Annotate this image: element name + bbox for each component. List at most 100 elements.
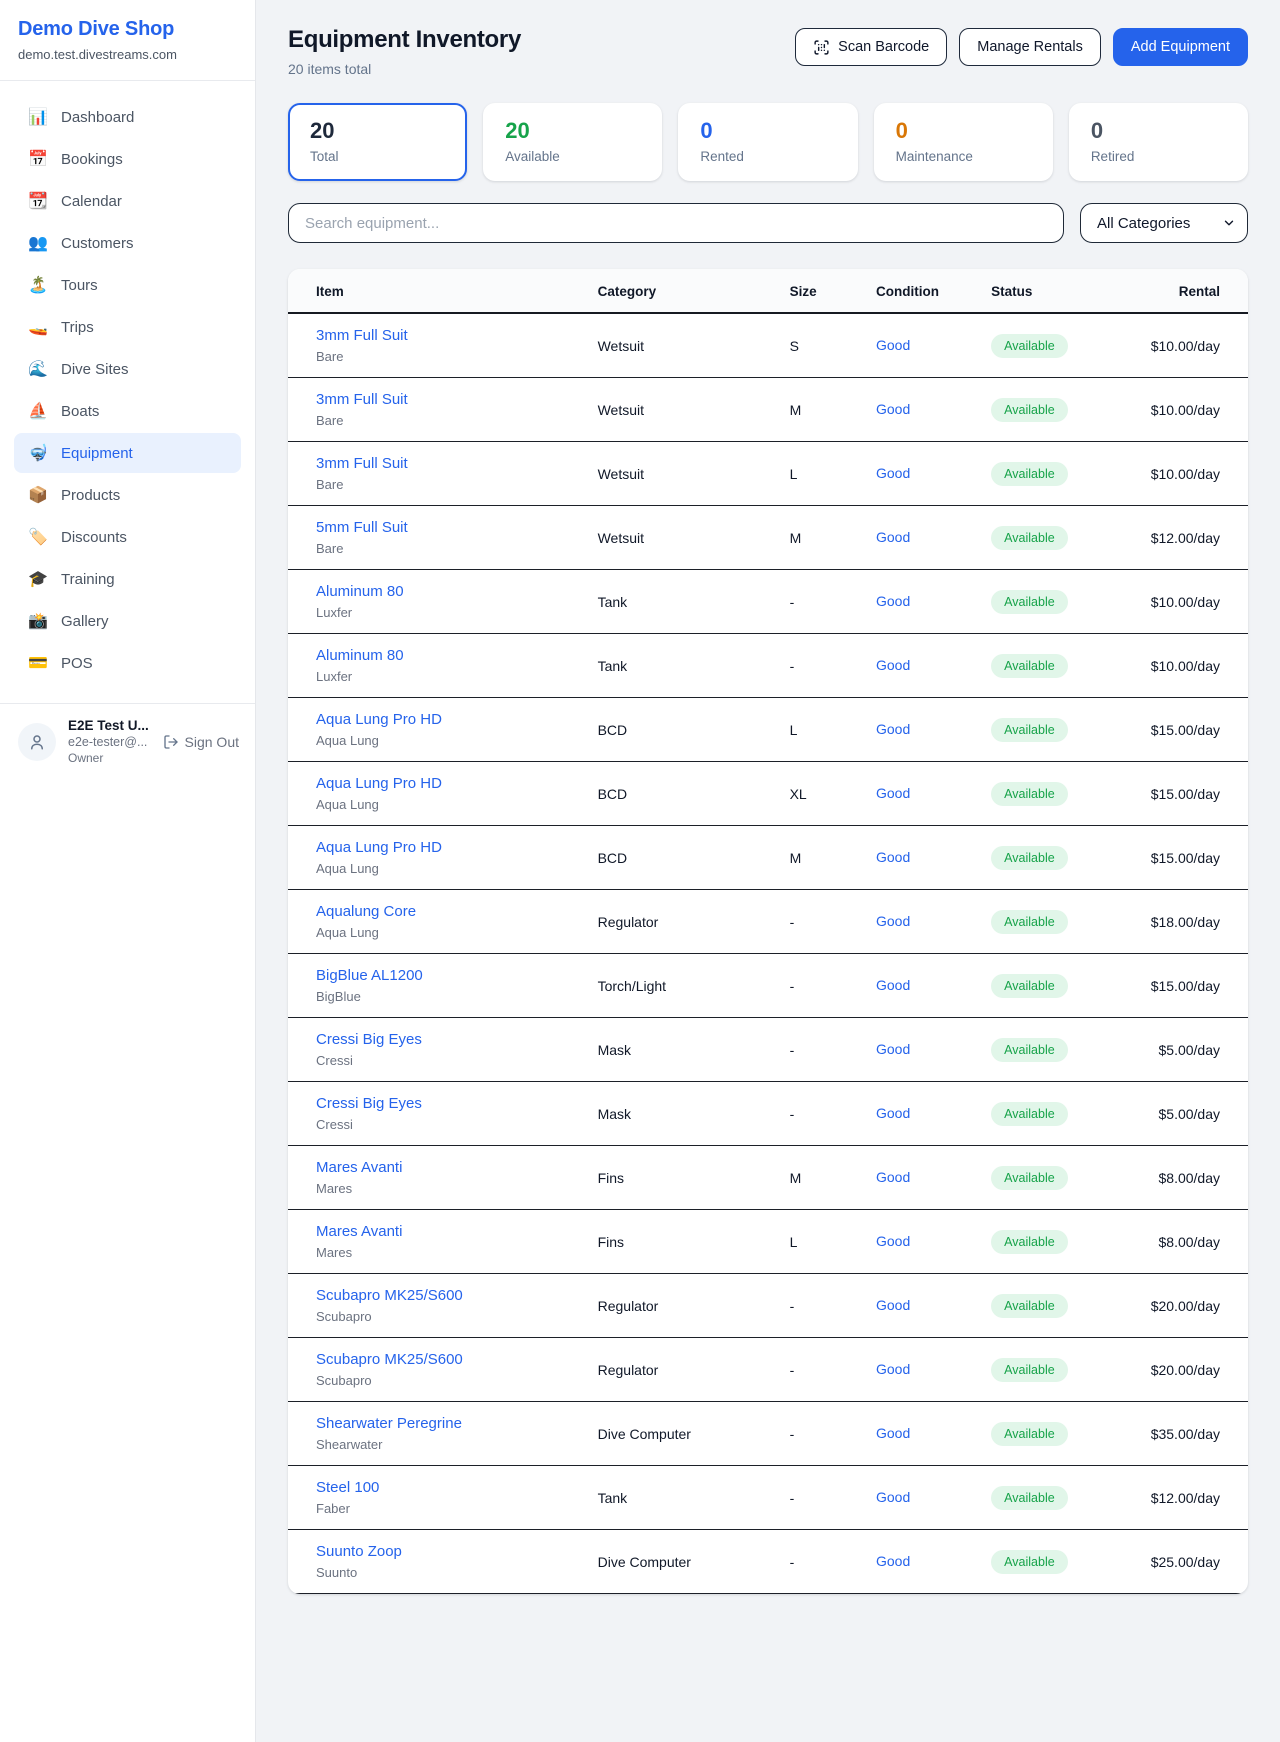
item-name-link[interactable]: Aqua Lung Pro HD <box>316 711 574 728</box>
condition-link[interactable]: Good <box>876 1041 910 1057</box>
condition-link[interactable]: Good <box>876 1169 910 1185</box>
item-name-link[interactable]: 3mm Full Suit <box>316 327 574 344</box>
item-name-link[interactable]: 3mm Full Suit <box>316 391 574 408</box>
condition-link[interactable]: Good <box>876 337 910 353</box>
condition-cell: Good <box>864 1146 979 1210</box>
sidebar-nav-item[interactable]: 🎓 Training <box>14 559 241 599</box>
item-name-link[interactable]: Steel 100 <box>316 1479 574 1496</box>
status-cell: Available <box>979 313 1123 378</box>
sidebar-nav-item[interactable]: 📊 Dashboard <box>14 97 241 137</box>
add-equipment-label: Add Equipment <box>1131 39 1230 55</box>
stat-card[interactable]: 0 Retired <box>1069 103 1248 181</box>
item-cell: 5mm Full Suit Bare <box>288 506 586 570</box>
item-name-link[interactable]: Mares Avanti <box>316 1159 574 1176</box>
sidebar-nav-item[interactable]: 💳 POS <box>14 643 241 683</box>
condition-link[interactable]: Good <box>876 401 910 417</box>
add-equipment-button[interactable]: Add Equipment <box>1113 28 1248 66</box>
table-row: Shearwater Peregrine Shearwater Dive Com… <box>288 1402 1248 1466</box>
nav-item-icon: 🌊 <box>28 359 48 379</box>
condition-link[interactable]: Good <box>876 721 910 737</box>
condition-link[interactable]: Good <box>876 1297 910 1313</box>
sidebar-nav-item[interactable]: 🏷️ Discounts <box>14 517 241 557</box>
stat-card[interactable]: 20 Available <box>483 103 662 181</box>
nav-item-label: Discounts <box>61 529 127 546</box>
sidebar-nav-item[interactable]: 👥 Customers <box>14 223 241 263</box>
stat-card[interactable]: 20 Total <box>288 103 467 181</box>
item-name-link[interactable]: Mares Avanti <box>316 1223 574 1240</box>
item-name-link[interactable]: BigBlue AL1200 <box>316 967 574 984</box>
stat-card[interactable]: 0 Maintenance <box>874 103 1053 181</box>
status-badge: Available <box>991 1422 1068 1446</box>
item-name-link[interactable]: Scubapro MK25/S600 <box>316 1351 574 1368</box>
condition-link[interactable]: Good <box>876 529 910 545</box>
item-name-link[interactable]: Aluminum 80 <box>316 647 574 664</box>
condition-link[interactable]: Good <box>876 1361 910 1377</box>
condition-link[interactable]: Good <box>876 1233 910 1249</box>
size-cell: - <box>778 1274 864 1338</box>
item-name-link[interactable]: Aqua Lung Pro HD <box>316 775 574 792</box>
condition-link[interactable]: Good <box>876 1425 910 1441</box>
item-name-link[interactable]: Cressi Big Eyes <box>316 1095 574 1112</box>
item-name-link[interactable]: Suunto Zoop <box>316 1543 574 1560</box>
category-cell: Fins <box>586 1146 778 1210</box>
sidebar-nav-item[interactable]: 🌊 Dive Sites <box>14 349 241 389</box>
category-cell: Wetsuit <box>586 442 778 506</box>
condition-link[interactable]: Good <box>876 849 910 865</box>
page-heading-block: Equipment Inventory 20 items total <box>288 26 521 77</box>
sidebar-nav-item[interactable]: 📅 Bookings <box>14 139 241 179</box>
item-brand: Cressi <box>316 1053 574 1068</box>
condition-link[interactable]: Good <box>876 913 910 929</box>
item-name-link[interactable]: Scubapro MK25/S600 <box>316 1287 574 1304</box>
status-badge: Available <box>991 1166 1068 1190</box>
nav-item-icon: 🤿 <box>28 443 48 463</box>
size-cell: L <box>778 1210 864 1274</box>
status-badge: Available <box>991 1294 1068 1318</box>
sidebar-nav-item[interactable]: 📆 Calendar <box>14 181 241 221</box>
status-badge: Available <box>991 1038 1068 1062</box>
condition-link[interactable]: Good <box>876 465 910 481</box>
condition-link[interactable]: Good <box>876 977 910 993</box>
nav-item-label: Dive Sites <box>61 361 129 378</box>
item-name-link[interactable]: 5mm Full Suit <box>316 519 574 536</box>
item-name-link[interactable]: Shearwater Peregrine <box>316 1415 574 1432</box>
condition-link[interactable]: Good <box>876 657 910 673</box>
condition-link[interactable]: Good <box>876 1105 910 1121</box>
item-name-link[interactable]: 3mm Full Suit <box>316 455 574 472</box>
condition-link[interactable]: Good <box>876 593 910 609</box>
item-name-link[interactable]: Aqua Lung Pro HD <box>316 839 574 856</box>
sign-out-button[interactable]: Sign Out <box>163 734 239 750</box>
nav-item-icon: 👥 <box>28 233 48 253</box>
sidebar-nav-item[interactable]: 📦 Products <box>14 475 241 515</box>
stat-label: Rented <box>700 149 835 164</box>
user-info: E2E Test U... e2e-tester@... Owner <box>68 718 151 765</box>
sidebar-nav-item[interactable]: 📸 Gallery <box>14 601 241 641</box>
manage-rentals-button[interactable]: Manage Rentals <box>959 28 1101 66</box>
rental-cell: $35.00/day <box>1123 1402 1248 1466</box>
stat-card[interactable]: 0 Rented <box>678 103 857 181</box>
nav-item-label: Bookings <box>61 151 123 168</box>
sidebar-nav-item[interactable]: 🏝️ Tours <box>14 265 241 305</box>
item-brand: Mares <box>316 1181 574 1196</box>
item-name-link[interactable]: Aluminum 80 <box>316 583 574 600</box>
size-cell: - <box>778 1402 864 1466</box>
condition-link[interactable]: Good <box>876 1553 910 1569</box>
item-brand: BigBlue <box>316 989 574 1004</box>
nav-item-label: Products <box>61 487 120 504</box>
nav-item-icon: 📅 <box>28 149 48 169</box>
item-cell: BigBlue AL1200 BigBlue <box>288 954 586 1018</box>
item-brand: Aqua Lung <box>316 925 574 940</box>
condition-link[interactable]: Good <box>876 1489 910 1505</box>
rental-cell: $12.00/day <box>1123 506 1248 570</box>
search-input[interactable] <box>288 203 1064 243</box>
item-name-link[interactable]: Cressi Big Eyes <box>316 1031 574 1048</box>
sidebar-nav-item[interactable]: ⛵ Boats <box>14 391 241 431</box>
condition-link[interactable]: Good <box>876 785 910 801</box>
sidebar-nav-item[interactable]: 🤿 Equipment <box>14 433 241 473</box>
scan-barcode-button[interactable]: Scan Barcode <box>795 28 947 66</box>
category-select[interactable]: All Categories <box>1080 203 1248 243</box>
sidebar-nav-item[interactable]: 🚤 Trips <box>14 307 241 347</box>
item-name-link[interactable]: Aqualung Core <box>316 903 574 920</box>
table-row: Steel 100 Faber Tank - Good Available $1… <box>288 1466 1248 1530</box>
size-cell: - <box>778 954 864 1018</box>
barcode-scan-icon <box>813 39 830 56</box>
